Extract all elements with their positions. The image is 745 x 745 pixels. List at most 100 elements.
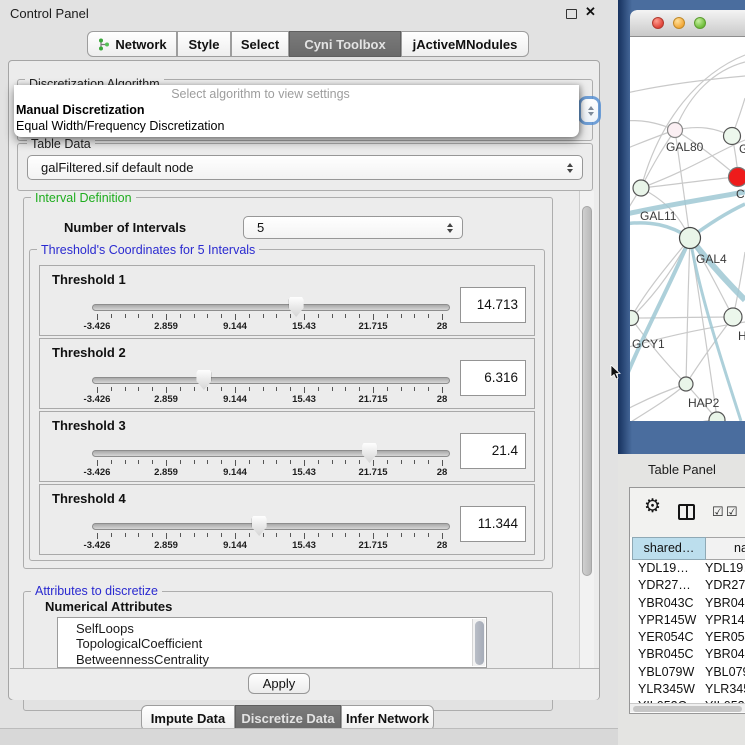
table-horizontal-scrollbar[interactable] (630, 703, 745, 712)
cell-shared-name: YDR27… (638, 578, 704, 592)
tab-label: Impute Data (151, 711, 225, 726)
tick-mark (304, 314, 305, 320)
network-node[interactable] (680, 228, 701, 249)
cell-name: YBR045C (705, 647, 745, 661)
network-edge (630, 419, 717, 421)
network-node[interactable] (729, 168, 745, 187)
minimize-traffic-light[interactable] (673, 17, 685, 29)
table-row[interactable]: YLR345WYLR345W (630, 681, 745, 698)
list-item[interactable]: BetweennessCentrality (58, 652, 486, 667)
apply-row: Apply (10, 668, 599, 700)
tick-mark (359, 460, 360, 464)
slider-thumb[interactable] (196, 370, 211, 390)
network-window-titlebar[interactable] (630, 10, 745, 37)
tick-mark (180, 314, 181, 318)
table-row[interactable]: YBR045CYBR045C (630, 646, 745, 663)
tick-mark (373, 533, 374, 539)
gear-icon[interactable]: ⚙ (644, 495, 661, 518)
checkbox-icon[interactable]: ☑ (726, 506, 738, 518)
apply-button[interactable]: Apply (248, 673, 310, 694)
tick-mark (387, 314, 388, 318)
tick-mark (97, 387, 98, 393)
network-node[interactable] (679, 377, 693, 391)
tick-mark (249, 460, 250, 464)
network-node[interactable] (630, 311, 639, 326)
threshold-row: Threshold 3-3.4262.8599.14415.4321.71528… (39, 411, 535, 482)
scrollbar-thumb[interactable] (633, 706, 742, 712)
tick-mark (318, 314, 319, 318)
attribute-list-scrollbar[interactable] (472, 619, 485, 666)
slider-thumb[interactable] (362, 443, 377, 463)
tick-mark (414, 460, 415, 464)
table-row[interactable]: YBL079WYBL079W (630, 664, 745, 681)
dropdown-item-equal-width[interactable]: Equal Width/Frequency Discretization (16, 119, 224, 133)
tick-mark (332, 533, 333, 537)
tick-mark (125, 460, 126, 464)
network-node[interactable] (668, 123, 683, 138)
threshold-value-field[interactable]: 6.316 (460, 360, 526, 396)
tab-label: Select (241, 37, 279, 52)
threshold-value-field[interactable]: 21.4 (460, 433, 526, 469)
tick-mark (387, 460, 388, 464)
threshold-slider[interactable] (92, 450, 450, 457)
scrollbar-thumb[interactable] (582, 206, 592, 576)
column-header-shared-name[interactable]: shared… (632, 537, 706, 560)
tick-mark (207, 387, 208, 391)
threshold-value-field[interactable]: 11.344 (460, 506, 526, 542)
tab-jactivemnodules[interactable]: jActiveMNodules (401, 31, 529, 57)
tick-mark (111, 533, 112, 537)
network-edge-thick (630, 238, 690, 392)
list-item[interactable]: TopologicalCoefficient (58, 636, 486, 651)
cell-name: YDL19… (705, 561, 745, 575)
threshold-slider[interactable] (92, 523, 450, 530)
num-intervals-combobox[interactable]: 5 (243, 216, 463, 239)
tick-mark (111, 460, 112, 464)
slider-thumb[interactable] (252, 516, 267, 536)
tick-mark (235, 387, 236, 393)
float-window-icon[interactable] (566, 9, 577, 19)
tick-mark (332, 387, 333, 391)
threshold-slider[interactable] (92, 377, 450, 384)
threshold-slider[interactable] (92, 304, 450, 311)
list-item[interactable]: SelfLoops (58, 621, 486, 636)
tick-mark (263, 533, 264, 537)
close-traffic-light[interactable] (652, 17, 664, 29)
tick-mark (207, 314, 208, 318)
network-node[interactable] (724, 308, 742, 326)
network-node[interactable] (724, 128, 741, 145)
tick-label: 15.43 (279, 321, 329, 332)
tab-network[interactable]: Network (87, 31, 177, 57)
checkbox-icon[interactable]: ☑ (712, 506, 724, 518)
table-row[interactable]: YBR043CYBR043C (630, 595, 745, 612)
panel-vertical-scrollbar[interactable] (579, 191, 594, 668)
network-edge (630, 76, 745, 95)
tick-mark (221, 387, 222, 391)
column-header-name[interactable]: name (706, 537, 745, 560)
tab-select[interactable]: Select (231, 31, 289, 57)
tick-mark (345, 533, 346, 537)
tick-label: 15.43 (279, 467, 329, 478)
tick-mark (373, 387, 374, 393)
tick-label: -3.426 (72, 394, 122, 405)
table-row[interactable]: YDR27…YDR27… (630, 577, 745, 594)
tick-mark (276, 460, 277, 464)
threshold-value-field[interactable]: 14.713 (460, 287, 526, 323)
zoom-traffic-light[interactable] (694, 17, 706, 29)
algorithm-combobox[interactable] (581, 99, 598, 122)
table-data-combobox[interactable]: galFiltered.sif default node (27, 155, 583, 180)
dropdown-item-manual[interactable]: Manual Discretization (16, 103, 145, 117)
tab-style[interactable]: Style (177, 31, 231, 57)
column-layout-icon[interactable] (678, 504, 695, 520)
tick-mark (442, 314, 443, 320)
network-node[interactable] (633, 180, 649, 196)
tab-cyni-toolbox[interactable]: Cyni Toolbox (289, 31, 401, 57)
tick-mark (387, 387, 388, 391)
node-label: GCY1 (632, 337, 665, 351)
tick-label: 2.859 (141, 467, 191, 478)
table-row[interactable]: YER054CYER054C (630, 629, 745, 646)
tick-mark (428, 387, 429, 391)
table-row[interactable]: YPR145WYPR145W (630, 612, 745, 629)
network-canvas[interactable]: GAL80GAL11GAL4GCY1HAP2GACH (630, 37, 745, 421)
close-icon[interactable]: ✕ (585, 4, 596, 20)
table-row[interactable]: YDL19…YDL19… (630, 560, 745, 577)
